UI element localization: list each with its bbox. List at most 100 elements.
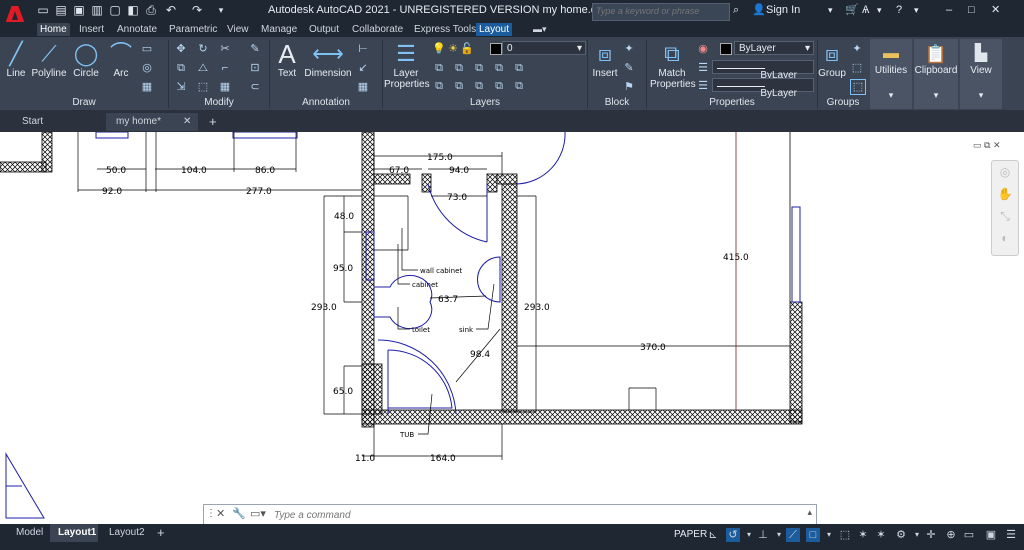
tab-layout[interactable]: Layout: [476, 23, 513, 36]
autodesk-a360-icon[interactable]: Ѧ: [862, 3, 869, 18]
line-tool[interactable]: ╱ Line: [3, 40, 29, 79]
help-dropdown-icon[interactable]: ▾: [914, 3, 919, 18]
open-icon[interactable]: ▤: [54, 3, 68, 17]
cmd-grip-icon[interactable]: ⋮: [206, 508, 216, 519]
signin-dropdown-icon[interactable]: ▾: [828, 3, 833, 18]
layer-tool-icon[interactable]: ⧉: [492, 79, 506, 93]
panel-modify[interactable]: Modify: [169, 96, 269, 109]
sign-in-link[interactable]: Sign In: [766, 3, 800, 18]
layer-tool-icon[interactable]: ⧉: [472, 79, 486, 93]
cmd-customize-icon[interactable]: 🔧: [232, 507, 246, 520]
utilities-button[interactable]: ▬ Utilities ▾: [870, 39, 912, 109]
pan-icon[interactable]: ✋: [992, 183, 1018, 205]
fillet-icon[interactable]: ⌐: [218, 61, 232, 75]
user-icon[interactable]: 👤: [752, 3, 766, 18]
help-icon[interactable]: ?: [896, 3, 902, 18]
orbit-icon[interactable]: ◐: [992, 227, 1018, 249]
erase-icon[interactable]: ✎: [248, 42, 262, 56]
text-tool[interactable]: A Text: [274, 40, 300, 79]
polar-icon[interactable]: ⊥: [756, 528, 770, 542]
panel-groups[interactable]: Groups: [818, 96, 868, 109]
layer-tool-icon[interactable]: ⧉: [512, 61, 526, 75]
group-select-icon[interactable]: ⬚: [850, 79, 866, 95]
a360-dropdown-icon[interactable]: ▾: [877, 3, 882, 18]
layer-lock-icon[interactable]: 🔓: [460, 42, 474, 56]
units-icon[interactable]: ⊕: [944, 528, 958, 542]
tab-parametric[interactable]: Parametric: [166, 23, 220, 36]
new-tab-icon[interactable]: +: [209, 114, 217, 130]
new-icon[interactable]: ▭: [36, 3, 50, 17]
share-icon[interactable]: ▢: [108, 3, 122, 17]
create-block-icon[interactable]: ✦: [622, 42, 636, 56]
workspace-gear-icon[interactable]: ⚙: [894, 528, 908, 542]
viewport-close-icon[interactable]: ✕: [993, 140, 1001, 150]
new-layout-icon[interactable]: +: [157, 526, 165, 540]
chevron-down-icon[interactable]: ▾: [772, 528, 786, 542]
layer-tool-icon[interactable]: ⧉: [512, 79, 526, 93]
stretch-icon[interactable]: ⇲: [174, 80, 188, 94]
layer-dropdown[interactable]: 0 ▾: [502, 41, 586, 55]
layer-tool-icon[interactable]: ⧉: [452, 79, 466, 93]
tab-manage[interactable]: Manage: [258, 23, 300, 36]
osnap-icon[interactable]: □: [806, 528, 820, 542]
annotation-visibility-icon[interactable]: ✶: [874, 528, 888, 542]
command-input[interactable]: [272, 507, 796, 523]
arc-tool[interactable]: ⌒ Arc: [108, 40, 134, 79]
panel-layers[interactable]: Layers: [383, 96, 587, 109]
annotation-monitor-icon[interactable]: ✛: [924, 528, 938, 542]
lineweight-icon[interactable]: ☰: [696, 79, 710, 93]
isolate-icon[interactable]: ▭: [962, 528, 976, 542]
offset-icon[interactable]: ⊂: [248, 80, 262, 94]
trim-icon[interactable]: ✂: [218, 42, 232, 56]
group-button[interactable]: ⧈ Group: [818, 40, 846, 79]
hatch-icon[interactable]: ◎: [140, 61, 154, 75]
block-attribute-icon[interactable]: ⚑: [622, 80, 636, 94]
steering-wheel-icon[interactable]: ◎: [992, 161, 1018, 183]
explode-icon[interactable]: ⊡: [248, 61, 262, 75]
scale-icon[interactable]: ⬚: [196, 80, 210, 94]
leader-icon[interactable]: ↙: [356, 61, 370, 75]
chevron-down-icon[interactable]: ▾: [822, 528, 836, 542]
undo-icon[interactable]: ↶: [164, 3, 178, 17]
edit-block-icon[interactable]: ✎: [622, 61, 636, 75]
search-box[interactable]: [592, 3, 730, 21]
chevron-down-icon[interactable]: ▾: [910, 528, 924, 542]
isodraft-icon[interactable]: ⟋: [786, 528, 800, 542]
web-icon[interactable]: ◧: [126, 3, 140, 17]
redo-icon[interactable]: ↷: [190, 3, 204, 17]
plot-icon[interactable]: ⎙: [144, 3, 158, 17]
dimension-tool[interactable]: ⟷ Dimension: [304, 40, 352, 79]
annotation-scale-icon[interactable]: ✶: [856, 528, 870, 542]
tab-home[interactable]: Home: [37, 23, 70, 36]
close-icon[interactable]: ✕: [991, 3, 1000, 18]
linear-dim-icon[interactable]: ⊢: [356, 42, 370, 56]
close-tab-icon[interactable]: ✕: [183, 114, 191, 130]
layer-tool-icon[interactable]: ⧉: [432, 61, 446, 75]
save-icon[interactable]: ▣: [72, 3, 86, 17]
panel-draw[interactable]: Draw: [0, 96, 168, 109]
viewport-minimize-icon[interactable]: ▭: [973, 140, 982, 150]
ribbon-toggle-icon[interactable]: ▬▾: [530, 23, 550, 36]
table-annotation-icon[interactable]: ▦: [356, 80, 370, 94]
move-icon[interactable]: ✥: [174, 42, 188, 56]
minimize-icon[interactable]: –: [946, 3, 952, 18]
chevron-down-icon[interactable]: ▾: [742, 528, 756, 542]
rotate-icon[interactable]: ↻: [196, 42, 210, 56]
clipboard-button[interactable]: 📋 Clipboard ▾: [914, 39, 958, 109]
saveas-icon[interactable]: ▥: [90, 3, 104, 17]
match-properties-button[interactable]: ⧉ Match Properties: [650, 40, 696, 90]
insert-button[interactable]: ⧈ Insert: [590, 40, 620, 79]
layer-tool-icon[interactable]: ⧉: [492, 61, 506, 75]
rectangle-icon[interactable]: ▭: [140, 42, 154, 56]
lineweight-dropdown[interactable]: ByLayer: [712, 78, 814, 99]
layer-on-icon[interactable]: 💡: [432, 42, 446, 56]
customize-status-icon[interactable]: ☰: [1004, 528, 1018, 542]
doc-tab-start[interactable]: Start: [22, 114, 43, 130]
maximize-icon[interactable]: □: [968, 3, 975, 18]
cart-icon[interactable]: 🛒: [845, 3, 859, 18]
layer-tool-icon[interactable]: ⧉: [472, 61, 486, 75]
paper-space-toggle[interactable]: PAPER: [674, 528, 707, 542]
table-icon[interactable]: ▦: [140, 80, 154, 94]
linetype-icon[interactable]: ☰: [696, 61, 710, 75]
array-icon[interactable]: ▦: [218, 80, 232, 94]
